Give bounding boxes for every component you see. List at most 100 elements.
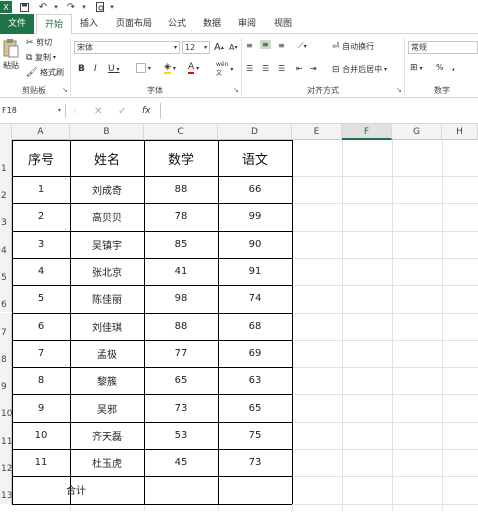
fill-color-button[interactable]: ◈ ▾: [164, 62, 176, 74]
table-cell[interactable]: 4: [12, 258, 70, 285]
column-header[interactable]: C: [144, 124, 218, 140]
table-cell[interactable]: 53: [144, 422, 218, 449]
table-cell[interactable]: 9: [12, 394, 70, 421]
comma-button[interactable]: ,: [452, 63, 455, 72]
table-cell[interactable]: 张北京: [70, 258, 144, 285]
borders-button[interactable]: ▾: [136, 63, 151, 73]
insert-function-icon[interactable]: fx: [142, 106, 151, 116]
table-header-cell[interactable]: 语文: [218, 140, 292, 176]
row-header[interactable]: 4: [0, 230, 12, 258]
table-cell[interactable]: 吴镇宇: [70, 231, 144, 258]
table-cell[interactable]: 11: [12, 449, 70, 476]
table-cell[interactable]: 63: [218, 367, 292, 394]
formula-input[interactable]: [160, 103, 478, 119]
copy-button[interactable]: ⧉ 复制 ▾: [26, 52, 56, 63]
undo-icon[interactable]: ↶: [36, 1, 50, 13]
table-cell[interactable]: 88: [144, 313, 218, 340]
print-preview-icon[interactable]: [94, 1, 106, 13]
column-header[interactable]: D: [218, 124, 292, 140]
font-launcher-icon[interactable]: ↘: [233, 86, 239, 94]
table-cell[interactable]: 65: [144, 367, 218, 394]
row-header[interactable]: 3: [0, 203, 12, 231]
tab-file[interactable]: 文件: [0, 14, 34, 34]
row-header[interactable]: 13: [0, 476, 12, 504]
select-all-corner[interactable]: [0, 124, 12, 140]
table-cell[interactable]: 73: [144, 394, 218, 421]
table-cell[interactable]: 黎簇: [70, 367, 144, 394]
column-header[interactable]: H: [442, 124, 478, 140]
wrap-text-button[interactable]: ⏎ 自动换行: [332, 41, 374, 52]
table-cell[interactable]: 91: [218, 258, 292, 285]
table-cell[interactable]: 88: [144, 176, 218, 203]
paste-button[interactable]: 粘贴: [0, 38, 22, 71]
table-cell[interactable]: 99: [218, 203, 292, 230]
clipboard-launcher-icon[interactable]: ↘: [62, 86, 68, 94]
font-size-select[interactable]: 12 ▾: [182, 41, 210, 54]
align-middle-button[interactable]: ≡: [260, 40, 271, 49]
save-icon[interactable]: [18, 1, 30, 13]
align-right-button[interactable]: ☰: [278, 64, 285, 73]
table-cell[interactable]: 6: [12, 313, 70, 340]
column-header-selected[interactable]: F: [342, 124, 392, 140]
italic-button[interactable]: I: [94, 64, 97, 74]
cut-button[interactable]: ✂ 剪切: [26, 37, 52, 48]
tab-view[interactable]: 视图: [268, 14, 298, 34]
table-cell[interactable]: 98: [144, 285, 218, 312]
worksheet-grid[interactable]: 1 2 3 4 5 6 7 8 9 10 11 12 13 序号 姓名 数学 语文 1 刘成奇 88 66 2 高贝贝 78 9…: [0, 140, 478, 511]
table-cell[interactable]: 73: [218, 449, 292, 476]
table-cell[interactable]: 刘佳琪: [70, 313, 144, 340]
bold-button[interactable]: B: [78, 64, 85, 74]
column-header[interactable]: B: [70, 124, 144, 140]
table-cell[interactable]: 吴邪: [70, 394, 144, 421]
row-header[interactable]: 7: [0, 312, 12, 340]
chevron-down-icon[interactable]: ▾: [80, 1, 88, 13]
alignment-launcher-icon[interactable]: ↘: [396, 86, 402, 94]
row-header[interactable]: 6: [0, 285, 12, 313]
table-cell[interactable]: 75: [218, 422, 292, 449]
cancel-icon[interactable]: ✕: [94, 106, 102, 117]
row-header[interactable]: 8: [0, 339, 12, 368]
phonetic-guide-button[interactable]: wén 文 ▾: [216, 61, 233, 77]
align-center-button[interactable]: ☰: [262, 64, 269, 73]
tab-insert[interactable]: 插入: [74, 14, 104, 34]
table-cell[interactable]: 刘成奇: [70, 176, 144, 203]
row-header[interactable]: 2: [0, 176, 12, 204]
table-cell[interactable]: 45: [144, 449, 218, 476]
merge-center-button[interactable]: ⊟ 合并后居中 ▾: [332, 64, 387, 75]
tab-review[interactable]: 审阅: [232, 14, 262, 34]
table-cell[interactable]: 5: [12, 285, 70, 312]
total-label-cell[interactable]: 合计: [12, 476, 144, 503]
table-header-cell[interactable]: 数学: [144, 140, 218, 176]
table-cell[interactable]: 10: [12, 422, 70, 449]
table-cell[interactable]: 1: [12, 176, 70, 203]
table-cell[interactable]: 高贝贝: [70, 203, 144, 230]
decrease-indent-button[interactable]: ⇤: [296, 64, 303, 73]
align-left-button[interactable]: ☰: [246, 64, 253, 73]
tab-formulas[interactable]: 公式: [162, 14, 192, 34]
table-cell[interactable]: 74: [218, 285, 292, 312]
column-header[interactable]: A: [12, 124, 70, 140]
table-cell[interactable]: 85: [144, 231, 218, 258]
row-header[interactable]: 1: [0, 140, 12, 176]
table-header-cell[interactable]: 姓名: [70, 140, 144, 176]
row-header[interactable]: 9: [0, 367, 12, 395]
orientation-button[interactable]: ⟋ ▾: [298, 41, 307, 51]
table-cell[interactable]: 77: [144, 340, 218, 367]
column-header[interactable]: G: [392, 124, 442, 140]
font-color-button[interactable]: A ▾: [188, 62, 199, 74]
table-cell[interactable]: 65: [218, 394, 292, 421]
table-cell[interactable]: 66: [218, 176, 292, 203]
row-header[interactable]: 12: [0, 449, 12, 477]
shrink-font-button[interactable]: A ▾: [229, 43, 238, 52]
grow-font-button[interactable]: A ▴: [214, 42, 224, 53]
table-cell[interactable]: 8: [12, 367, 70, 394]
table-cell[interactable]: 3: [12, 231, 70, 258]
table-cell[interactable]: 孟极: [70, 340, 144, 367]
table-cell[interactable]: 68: [218, 313, 292, 340]
column-header[interactable]: E: [292, 124, 342, 140]
table-cell[interactable]: 2: [12, 203, 70, 230]
table-cell[interactable]: 78: [144, 203, 218, 230]
underline-button[interactable]: U ▾: [108, 64, 120, 74]
increase-indent-button[interactable]: ⇥: [310, 64, 317, 73]
table-cell[interactable]: 69: [218, 340, 292, 367]
